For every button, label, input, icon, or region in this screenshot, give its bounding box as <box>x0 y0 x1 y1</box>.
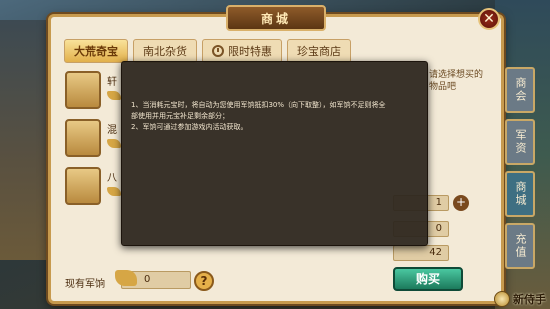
tooltip-line: 2、军饷可通过参加游戏内活动获取。 <box>131 123 248 131</box>
side-tab-guild[interactable]: 商会 <box>505 67 535 113</box>
info-tooltip: 1、当消耗元宝时，将自动为您使用军饷抵扣30%（向下取整），如军饷不足则将全 部… <box>121 61 428 246</box>
item-name: 混 <box>107 125 117 136</box>
plus-button[interactable]: + <box>453 195 469 211</box>
current-pay-label: 现有军饷 <box>65 279 105 290</box>
select-item-hint: 请选择想买的物品吧 <box>429 70 484 92</box>
buy-button[interactable]: 购买 <box>393 267 463 291</box>
owned-value: 42 <box>393 245 449 261</box>
coin-icon <box>107 139 121 148</box>
side-tabs: 商会 军资 商城 充值 <box>505 67 535 269</box>
help-button[interactable]: ? <box>194 271 214 291</box>
coin-icon <box>115 270 137 286</box>
owned-row: 42 <box>393 245 493 261</box>
jade-icon <box>65 167 101 205</box>
side-tab-recharge[interactable]: 充值 <box>505 223 535 269</box>
close-button[interactable]: ✕ <box>478 8 500 30</box>
shop-tabs: 大荒奇宝 南北杂货 限时特惠 珍宝商店 <box>64 39 351 63</box>
chest-icon <box>65 71 101 109</box>
coin-icon <box>107 187 121 196</box>
item-name: 轩 <box>107 77 117 88</box>
side-tab-supplies[interactable]: 军资 <box>505 119 535 165</box>
window-title: 商城 <box>226 5 326 31</box>
background-building-left <box>0 20 50 260</box>
tab-label: 南北杂货 <box>143 45 187 58</box>
tooltip-line: 1、当消耗元宝时，将自动为您使用军饷抵扣30%（向下取整），如军饷不足则将全 <box>131 101 386 109</box>
watermark-logo-icon <box>494 291 510 307</box>
tab-label: 大荒奇宝 <box>74 45 118 58</box>
tab-treasure-shop[interactable]: 珍宝商店 <box>287 39 351 63</box>
coin-icon <box>107 91 121 100</box>
tooltip-line: 部使用并用元宝补足剩余部分； <box>131 112 229 120</box>
side-tab-shop[interactable]: 商城 <box>505 171 535 217</box>
tab-dahuang-treasures[interactable]: 大荒奇宝 <box>64 39 128 63</box>
clock-icon <box>212 45 224 57</box>
tab-label: 限时特惠 <box>228 45 272 58</box>
tab-label: 珍宝商店 <box>297 45 341 58</box>
item-name: 八 <box>107 173 117 184</box>
treasure-pot-icon <box>65 119 101 157</box>
tab-limited-offers[interactable]: 限时特惠 <box>202 39 282 63</box>
tab-nanbei-goods[interactable]: 南北杂货 <box>133 39 197 63</box>
watermark-text: 新侍手 <box>513 293 546 306</box>
watermark: 新侍手 <box>494 291 546 307</box>
